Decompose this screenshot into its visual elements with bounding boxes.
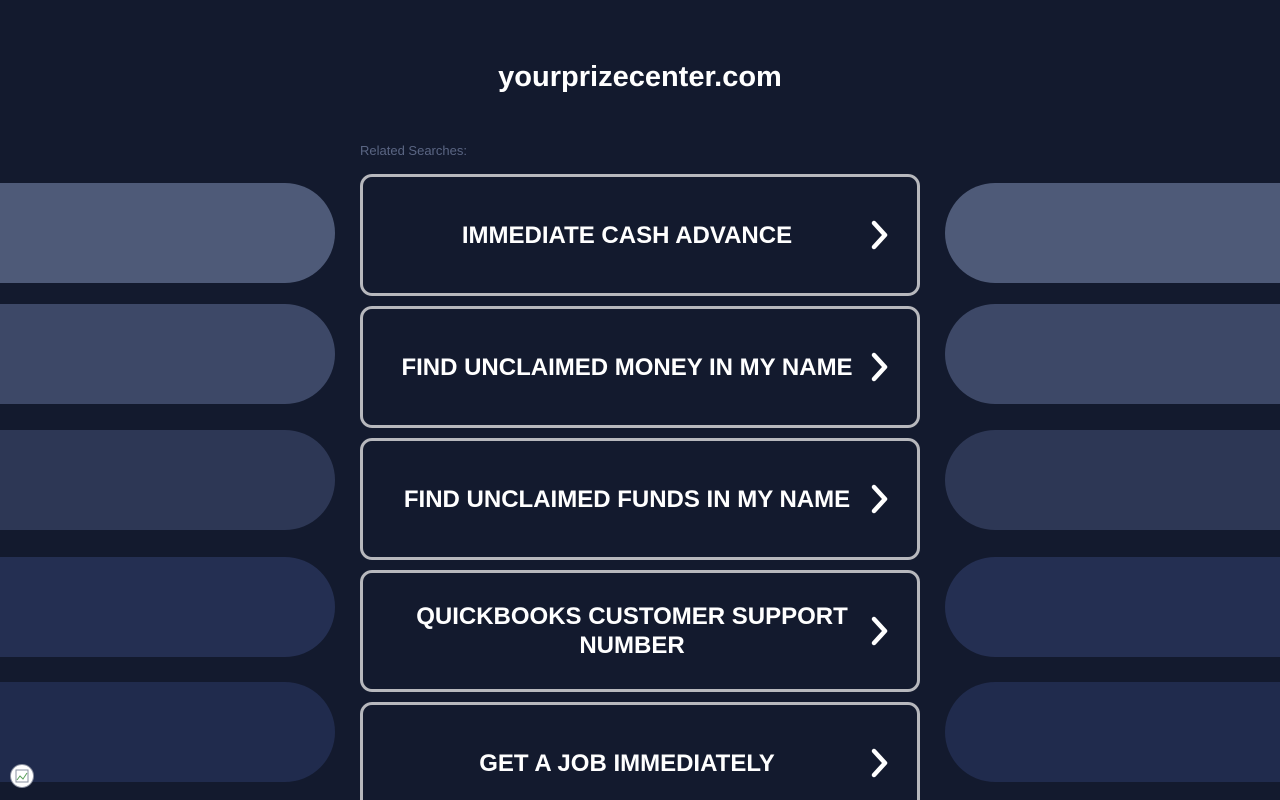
related-search-link[interactable]: FIND UNCLAIMED FUNDS IN MY NAME (360, 438, 920, 560)
related-searches-label: Related Searches: (360, 143, 467, 158)
decorative-pill-left (0, 183, 335, 283)
parked-domain-page: yourprizecenter.com Related Searches: IM… (0, 0, 1280, 800)
decorative-pill-left (0, 682, 335, 782)
related-search-label: QUICKBOOKS CUSTOMER SUPPORT NUMBER (416, 603, 848, 659)
chevron-right-icon (867, 615, 891, 647)
related-search-link[interactable]: QUICKBOOKS CUSTOMER SUPPORT NUMBER (360, 570, 920, 692)
decorative-pill-left (0, 557, 335, 657)
related-search-label: FIND UNCLAIMED MONEY IN MY NAME (401, 353, 853, 381)
chevron-right-icon (867, 747, 891, 779)
related-search-link[interactable]: GET A JOB IMMEDIATELY (360, 702, 920, 800)
decorative-pill-right (945, 183, 1280, 283)
decorative-pill-right (945, 430, 1280, 530)
related-search-link[interactable]: FIND UNCLAIMED MONEY IN MY NAME (360, 306, 920, 428)
chevron-right-icon (867, 219, 891, 251)
chevron-right-icon (867, 483, 891, 515)
domain-title: yourprizecenter.com (498, 61, 782, 93)
related-search-label: FIND UNCLAIMED FUNDS IN MY NAME (403, 485, 851, 513)
decorative-pill-left (0, 304, 335, 404)
decorative-pill-right (945, 557, 1280, 657)
related-search-label: GET A JOB IMMEDIATELY (479, 749, 775, 777)
decorative-pill-left (0, 430, 335, 530)
related-search-label: IMMEDIATE CASH ADVANCE (461, 221, 793, 249)
decorative-pill-right (945, 304, 1280, 404)
chevron-right-icon (867, 351, 891, 383)
decorative-pill-right (945, 682, 1280, 782)
broken-image-icon[interactable] (10, 764, 34, 788)
related-search-link[interactable]: IMMEDIATE CASH ADVANCE (360, 174, 920, 296)
